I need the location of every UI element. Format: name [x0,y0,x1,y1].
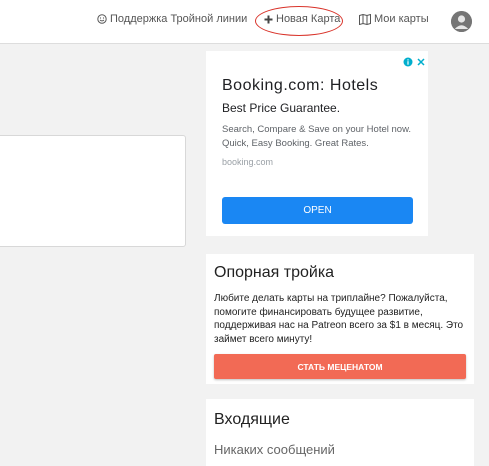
ad-open-button[interactable]: OPEN [222,197,413,224]
ad-domain: booking.com [222,157,274,167]
nav-new-map-label: Новая Карта [276,13,341,25]
nav-my-maps-link[interactable]: Мои карты [359,13,429,25]
ad-title[interactable]: Booking.com: Hotels [222,77,378,95]
nav-support-link[interactable]: Поддержка Тройной линии [97,13,247,25]
patron-text: Любите делать карты на триплайне? Пожалу… [214,293,464,345]
content-card [0,135,186,247]
ad-description: Search, Compare & Save on your Hotel now… [222,124,412,149]
patron-card: Опорная тройка Любите делать карты на тр… [206,254,474,384]
ad-subtitle: Best Price Guarantee. [222,101,341,115]
inbox-card: Входящие Никаких сообщений [206,399,474,466]
top-nav-bar: Поддержка Тройной линии Новая Карта Мои … [0,0,489,44]
plus-icon [264,15,273,24]
user-avatar-icon[interactable] [451,11,472,32]
nav-my-maps-label: Мои карты [374,13,429,25]
map-icon [359,13,371,25]
ad-info-icon[interactable] [403,54,413,72]
patron-title: Опорная тройка [214,264,335,281]
smiley-icon [97,14,107,24]
ad-banner[interactable]: Booking.com: Hotels Best Price Guarantee… [206,51,428,236]
become-patron-button[interactable]: СТАТЬ МЕЦЕНАТОМ [214,354,466,379]
inbox-title: Входящие [214,411,290,428]
ad-close-icon[interactable] [416,54,426,72]
nav-new-map-link[interactable]: Новая Карта [264,13,340,25]
inbox-empty-message: Никаких сообщений [214,442,335,457]
nav-support-label: Поддержка Тройной линии [110,13,248,25]
ad-badges [403,54,426,72]
